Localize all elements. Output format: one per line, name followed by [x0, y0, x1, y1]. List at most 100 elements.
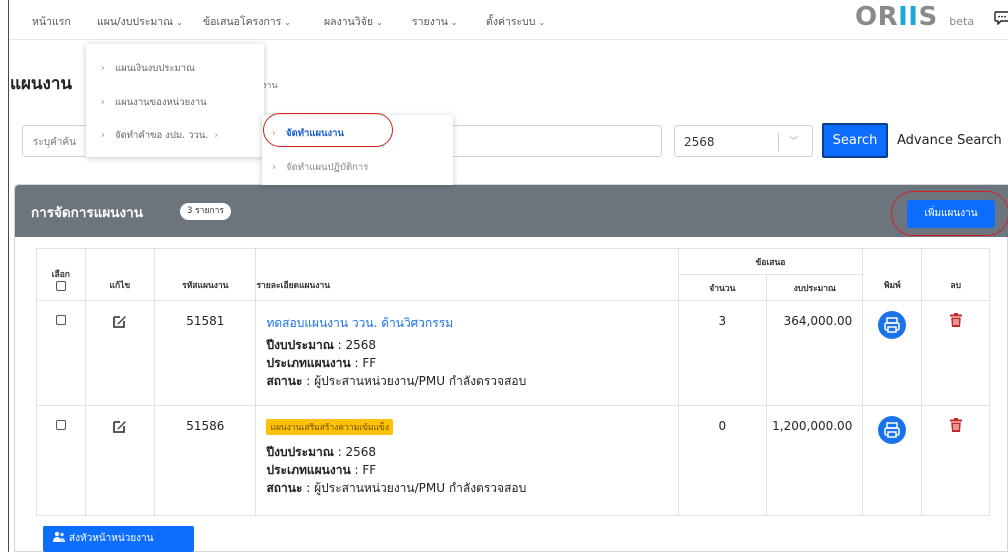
header-code: รหัสแผนงาน	[154, 248, 257, 301]
chevron-down-icon: ⌄	[538, 18, 546, 27]
print-button[interactable]	[878, 311, 907, 339]
plan-title-link[interactable]: ทดสอบแผนงาน ววน. ด้านวิศวกรรม	[266, 314, 667, 333]
chevron-right-icon: ›	[101, 130, 105, 141]
row-detail-cell: แผนงานเสริมสร้างความเข้มแข็ง ปีงบประมาณ …	[255, 405, 679, 516]
breadcrumb: งาน	[262, 81, 278, 91]
row-print-cell	[862, 300, 923, 406]
row-qty: 3	[677, 300, 768, 406]
chevron-down-icon: ⌄	[376, 18, 383, 27]
select-all-checkbox[interactable]	[55, 281, 66, 291]
row-type-line: ประเภทแผนงาน : FF	[266, 354, 667, 372]
chevron-right-icon: ›	[101, 97, 105, 108]
menu-item-budget-plan[interactable]: › แผนเงินงบประมาณ	[86, 57, 264, 81]
row-status-label: สถานะ	[266, 374, 303, 388]
header-delete: ลบ	[921, 248, 990, 301]
row-select-cell	[36, 300, 86, 406]
row-type-label: ประเภทแผนงาน	[266, 356, 351, 370]
nav-settings[interactable]: ตั้งค่าระบบ ⌄	[486, 13, 545, 30]
row-year-value: : 2568	[333, 445, 377, 459]
header-print: พิมพ์	[862, 248, 923, 301]
row-qty: 0	[677, 405, 768, 516]
nav-home[interactable]: หน้าแรก	[32, 13, 71, 30]
edit-icon[interactable]	[112, 419, 127, 433]
row-print-cell	[862, 405, 923, 516]
submenu-item-create-plan[interactable]: › จัดทำแผนงาน	[262, 122, 453, 146]
trash-icon[interactable]	[949, 313, 962, 327]
nav-settings-label: ตั้งค่าระบบ	[486, 16, 536, 28]
printer-icon	[884, 422, 901, 438]
row-type-line: ประเภทแผนงาน : FF	[266, 461, 667, 479]
plan-table: เลือก แก้ไข รหัสแผนงาน รายละเอียดแผนงาน …	[36, 248, 990, 516]
row-type-value: : FF	[350, 356, 377, 370]
oriis-logo[interactable]: ORIIS beta	[855, 2, 974, 32]
select-divider	[778, 133, 779, 151]
header-budget: งบประมาณ	[766, 274, 864, 301]
row-edit-cell	[84, 300, 156, 406]
chevron-down-icon: ⌄	[175, 18, 183, 27]
row-status-value: : ผู้ประสานหน่วยงาน/PMU กำลังตรวจสอบ	[302, 481, 527, 495]
row-year-line: ปีงบประมาณ : 2568	[266, 443, 667, 461]
add-plan-button[interactable]: เพิ่มแผนงาน	[907, 200, 995, 228]
row-checkbox[interactable]	[55, 420, 66, 430]
row-detail-cell: ทดสอบแผนงาน ววน. ด้านวิศวกรรม ปีงบประมาณ…	[255, 300, 679, 406]
header-select: เลือก	[36, 248, 86, 301]
row-budget: 1,200,000.00	[766, 405, 864, 516]
advance-search-link[interactable]: Advance Search	[897, 133, 1002, 148]
nav-report-label: รายงาน	[412, 16, 448, 28]
page-title: แผนงาน	[10, 74, 73, 94]
row-budget: 364,000.00	[766, 300, 864, 406]
chevron-right-icon: ›	[214, 130, 219, 141]
row-status-line: สถานะ : ผู้ประสานหน่วยงาน/PMU กำลังตรวจส…	[266, 372, 667, 390]
trash-icon[interactable]	[949, 418, 962, 432]
menu-item-budget-request[interactable]: › จัดทำคำขอ งปม. ววน. ›	[86, 124, 264, 148]
menu-item-unit-plan[interactable]: › แผนงานของหน่วยงาน	[86, 91, 264, 115]
row-year-line: ปีงบประมาณ : 2568	[266, 336, 667, 354]
table-row: 51581 ทดสอบแผนงาน ววน. ด้านวิศวกรรม ปีงบ…	[36, 300, 990, 406]
chevron-down-icon: ﹀	[789, 137, 799, 147]
year-select[interactable]: 2568 ﹀	[674, 125, 813, 157]
chevron-right-icon: ›	[272, 128, 276, 139]
row-year-label: ปีงบประมาณ	[266, 338, 334, 352]
top-navbar: หน้าแรก แผน/งบประมาณ ⌄ ข้อเสนอโครงการ ⌄ ผล…	[9, 0, 1008, 40]
card-title: การจัดการแผนงาน	[31, 205, 143, 221]
chevron-down-icon: ⌄	[284, 18, 291, 27]
nav-research[interactable]: ผลงานวิจัย ⌄	[324, 13, 383, 30]
window-frame-edge	[8, 0, 9, 552]
logo-beta: beta	[949, 15, 975, 28]
printer-icon	[884, 317, 901, 333]
edit-icon[interactable]	[112, 314, 127, 328]
row-edit-cell	[84, 405, 156, 516]
header-edit: แก้ไข	[84, 248, 156, 301]
header-select-label: เลือก	[51, 270, 70, 280]
logo-text: ORIIS	[855, 2, 938, 32]
nav-report[interactable]: รายงาน ⌄	[412, 13, 458, 30]
header-qty: จำนวน	[677, 274, 768, 301]
plan-budget-dropdown: › แผนเงินงบประมาณ › แผนงานของหน่วยงาน › จัด…	[86, 44, 264, 157]
chat-bubble-icon[interactable]	[994, 11, 1008, 25]
plan-category-tag: แผนงานเสริมสร้างความเข้มแข็ง	[266, 419, 394, 435]
nav-research-label: ผลงานวิจัย	[324, 16, 373, 28]
nav-proposal-label: ข้อเสนอโครงการ	[203, 16, 282, 28]
row-delete-cell	[921, 405, 990, 516]
search-placeholder: ระบุคำค้น	[33, 137, 76, 148]
submenu-item-create-action-plan[interactable]: › จัดทำแผนปฏิบัติการ	[262, 156, 453, 180]
menu-item-label: จัดทำคำขอ งปม. ววน.	[115, 130, 209, 141]
row-type-value: : FF	[350, 463, 377, 477]
chevron-down-icon: ⌄	[450, 18, 458, 27]
send-button-label: ส่งหัวหน้าหน่วยงาน	[69, 533, 154, 544]
print-button[interactable]	[878, 416, 907, 444]
send-to-head-button[interactable]: ส่งหัวหน้าหน่วยงาน	[43, 526, 194, 552]
header-detail: รายละเอียดแผนงาน	[255, 248, 679, 301]
table-row: 51586 แผนงานเสริมสร้างความเข้มแข็ง ปีงบป…	[36, 405, 990, 516]
row-status-line: สถานะ : ผู้ประสานหน่วยงาน/PMU กำลังตรวจส…	[266, 479, 667, 497]
row-status-value: : ผู้ประสานหน่วยงาน/PMU กำลังตรวจสอบ	[302, 374, 527, 388]
row-checkbox[interactable]	[55, 315, 66, 325]
nav-proposal[interactable]: ข้อเสนอโครงการ ⌄	[203, 13, 291, 30]
nav-plan-budget[interactable]: แผน/งบประมาณ ⌄	[97, 13, 183, 30]
nav-home-label: หน้าแรก	[32, 16, 71, 28]
chevron-right-icon: ›	[101, 63, 105, 74]
menu-item-label: แผนงานของหน่วยงาน	[115, 97, 207, 108]
search-button[interactable]: Search	[822, 123, 888, 158]
row-delete-cell	[921, 300, 990, 406]
submenu-item-label: จัดทำแผนงาน	[286, 128, 344, 139]
